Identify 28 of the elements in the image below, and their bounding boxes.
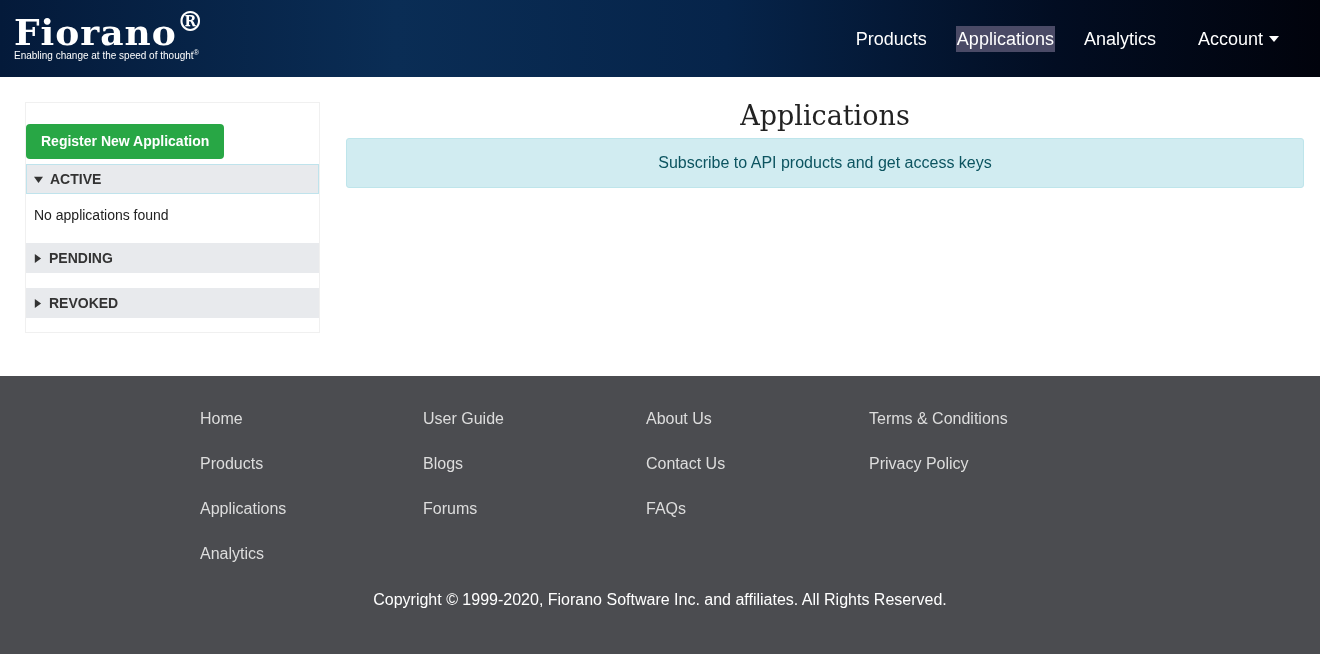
footer-link[interactable]: User Guide	[423, 408, 646, 429]
nav-link[interactable]: Applications	[955, 25, 1055, 52]
caret-down-icon	[1269, 35, 1279, 42]
footer-link[interactable]: Privacy Policy	[869, 453, 1092, 474]
footer-link[interactable]: About Us	[646, 408, 869, 429]
caret-icon	[34, 174, 43, 184]
caret-icon	[33, 253, 42, 263]
info-alert: Subscribe to API products and get access keys	[346, 138, 1304, 188]
footer-link[interactable]: Terms & Conditions	[869, 408, 1092, 429]
footer-link[interactable]: FAQs	[646, 498, 869, 519]
section-header[interactable]: PENDING	[26, 243, 319, 273]
footer-link[interactable]: Analytics	[200, 543, 423, 564]
footer-link[interactable]: Home	[200, 408, 423, 429]
footer-link[interactable]: Contact Us	[646, 453, 869, 474]
section-header[interactable]: ACTIVE	[26, 164, 319, 194]
nav-link[interactable]: Analytics	[1082, 25, 1157, 52]
footer-link[interactable]: Applications	[200, 498, 423, 519]
footer-link[interactable]: Forums	[423, 498, 646, 519]
caret-icon	[33, 298, 42, 308]
page-title: Applications	[740, 99, 910, 133]
footer-link[interactable]: Products	[200, 453, 423, 474]
nav-link[interactable]: Account	[1196, 25, 1280, 52]
section-header[interactable]: REVOKED	[26, 288, 319, 318]
copyright: Copyright © 1999-2020, Fiorano Software Inc. and affiliates. All Rights Reserved.	[372, 590, 948, 610]
tagline: Enabling change at the speed of thought$^{®}$	[14, 48, 201, 63]
empty-message: No applications found	[33, 206, 170, 225]
footer-link[interactable]: Blogs	[423, 453, 646, 474]
nav-link[interactable]: Products	[854, 25, 928, 52]
